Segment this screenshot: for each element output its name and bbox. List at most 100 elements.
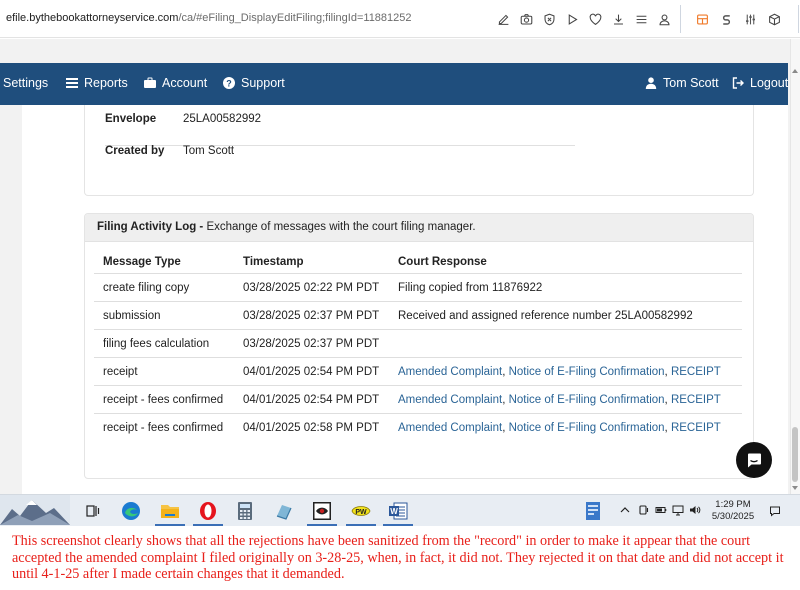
url-path: /ca/#eFiling_DisplayEditFiling;filingId=… — [178, 12, 412, 24]
message-type-cell: receipt — [103, 366, 138, 378]
url-field[interactable]: efile.bythebookattorneyservice.com/ca/#e… — [6, 12, 412, 24]
main-content: Envelope 25LA00582992 Created by Tom Sco… — [22, 105, 788, 494]
active-app-indicator — [346, 524, 376, 526]
heart-icon[interactable] — [584, 10, 607, 28]
screenshot-root: efile.bythebookattorneyservice.com/ca/#e… — [0, 0, 800, 590]
notifications-icon[interactable] — [768, 504, 782, 518]
logout-button[interactable]: Logout — [732, 76, 788, 90]
table-row: receipt 04/01/2025 02:54 PM PDT Amended … — [94, 357, 742, 385]
detail-row-created-by: Created by Tom Scott — [105, 145, 575, 178]
detail-label: Envelope — [105, 113, 157, 125]
nav-reports-label: Reports — [84, 76, 128, 90]
toolbar-separator — [680, 5, 681, 33]
notice-of-efiling-confirmation-link[interactable]: Notice of E-Filing Confirmation — [509, 366, 665, 378]
system-clock[interactable]: 1:29 PM 5/30/2025 — [708, 499, 758, 523]
table-row: create filing copy 03/28/2025 02:22 PM P… — [94, 273, 742, 301]
activity-log-title: Filing Activity Log - — [97, 221, 204, 233]
web-page: Settings Reports Account ? Support Tom S… — [0, 39, 800, 494]
timestamp-cell: 03/28/2025 02:37 PM PDT — [243, 310, 380, 322]
play-icon[interactable] — [561, 10, 584, 28]
volume-icon[interactable] — [688, 503, 702, 517]
filing-activity-log-card: Filing Activity Log - Exchange of messag… — [84, 213, 754, 479]
envelope-number: 25LA00582992 — [183, 113, 262, 125]
toolbar-separator-right — [798, 5, 799, 33]
calculator-icon[interactable] — [232, 499, 258, 523]
detail-row-envelope: Envelope 25LA00582992 — [105, 113, 575, 146]
network-icon[interactable] — [671, 503, 685, 517]
sidebar-icon[interactable] — [690, 10, 714, 28]
logout-label: Logout — [750, 76, 789, 90]
cube-icon[interactable] — [762, 10, 786, 28]
nav-support-label: Support — [241, 76, 285, 90]
receipt-link[interactable]: RECEIPT — [671, 366, 721, 378]
active-app-indicator — [155, 524, 185, 526]
filing-details-card: Envelope 25LA00582992 Created by Tom Sco… — [84, 105, 754, 196]
annotation-text: This screenshot clearly shows that all t… — [12, 533, 784, 582]
person-icon — [645, 77, 657, 89]
word-icon[interactable]: W — [385, 499, 411, 523]
svg-text:PW: PW — [355, 509, 367, 516]
notice-of-efiling-confirmation-link[interactable]: Notice of E-Filing Confirmation — [509, 422, 665, 434]
device-icon[interactable] — [637, 503, 651, 517]
table-row: receipt - fees confirmed 04/01/2025 02:5… — [94, 413, 742, 441]
created-by-value: Tom Scott — [183, 145, 235, 157]
nav-settings-label: Settings — [3, 76, 49, 90]
timestamp-cell: 03/28/2025 02:37 PM PDT — [243, 338, 380, 350]
file-explorer-icon[interactable] — [157, 499, 183, 523]
timestamp-cell: 04/01/2025 02:58 PM PDT — [243, 422, 380, 434]
amended-complaint-link[interactable]: Amended Complaint — [398, 394, 502, 406]
eye-app-icon[interactable] — [309, 499, 335, 523]
pw-app-icon[interactable]: PW — [348, 499, 374, 523]
list-icon[interactable] — [630, 10, 653, 28]
task-view-icon[interactable] — [80, 499, 106, 523]
opera-icon[interactable] — [195, 499, 221, 523]
active-app-indicator — [307, 524, 337, 526]
scroll-down-arrow[interactable] — [792, 486, 798, 490]
table-row: filing fees calculation 03/28/2025 02:37… — [94, 329, 742, 357]
svg-text:W: W — [390, 507, 398, 516]
column-header-message-type: Message Type — [103, 256, 181, 268]
user-icon[interactable] — [653, 10, 676, 28]
receipt-link[interactable]: RECEIPT — [671, 394, 721, 406]
document-app-icon[interactable] — [580, 499, 606, 523]
nav-settings[interactable]: Settings — [3, 76, 48, 90]
table-row: submission 03/28/2025 02:37 PM PDT Recei… — [94, 301, 742, 329]
nav-user[interactable]: Tom Scott — [645, 76, 719, 90]
table-row: receipt - fees confirmed 04/01/2025 02:5… — [94, 385, 742, 413]
notice-of-efiling-confirmation-link[interactable]: Notice of E-Filing Confirmation — [509, 394, 665, 406]
sliders-icon[interactable] — [738, 10, 762, 28]
app-icon[interactable] — [271, 499, 297, 523]
court-response-links: Amended Complaint, Notice of E-Filing Co… — [398, 422, 721, 434]
camera-icon[interactable] — [515, 10, 538, 28]
edge-icon[interactable] — [118, 499, 144, 523]
amended-complaint-link[interactable]: Amended Complaint — [398, 422, 502, 434]
column-header-court-response: Court Response — [398, 256, 487, 268]
nav-account[interactable]: Account — [144, 76, 207, 90]
shield-icon[interactable] — [538, 10, 561, 28]
message-type-cell: receipt - fees confirmed — [103, 422, 224, 434]
nav-support[interactable]: ? Support — [223, 76, 285, 90]
detail-label: Created by — [105, 145, 165, 157]
receipt-link[interactable]: RECEIPT — [671, 422, 721, 434]
scroll-up-arrow[interactable] — [792, 69, 798, 73]
column-header-timestamp: Timestamp — [243, 256, 304, 268]
extension-icons — [690, 10, 786, 28]
clock-date: 5/30/2025 — [711, 511, 755, 522]
chevron-up-icon[interactable] — [618, 503, 632, 517]
battery-icon[interactable] — [654, 503, 668, 517]
page-scrollbar[interactable] — [790, 39, 800, 494]
mountain-wallpaper-icon[interactable] — [0, 495, 70, 525]
list-icon — [66, 78, 78, 88]
download-icon[interactable] — [607, 10, 630, 28]
clock-time: 1:29 PM — [715, 499, 751, 510]
edit-icon[interactable] — [492, 10, 515, 28]
scrollbar-thumb[interactable] — [792, 427, 798, 482]
nav-reports[interactable]: Reports — [66, 76, 128, 90]
briefcase-icon — [144, 77, 156, 88]
amended-complaint-link[interactable]: Amended Complaint — [398, 366, 502, 378]
s-extension-icon[interactable] — [714, 10, 738, 28]
chat-launcher-button[interactable] — [736, 442, 772, 478]
court-response-links: Amended Complaint, Notice of E-Filing Co… — [398, 394, 721, 406]
message-type-cell: filing fees calculation — [103, 338, 210, 350]
timestamp-cell: 03/28/2025 02:22 PM PDT — [243, 282, 380, 294]
